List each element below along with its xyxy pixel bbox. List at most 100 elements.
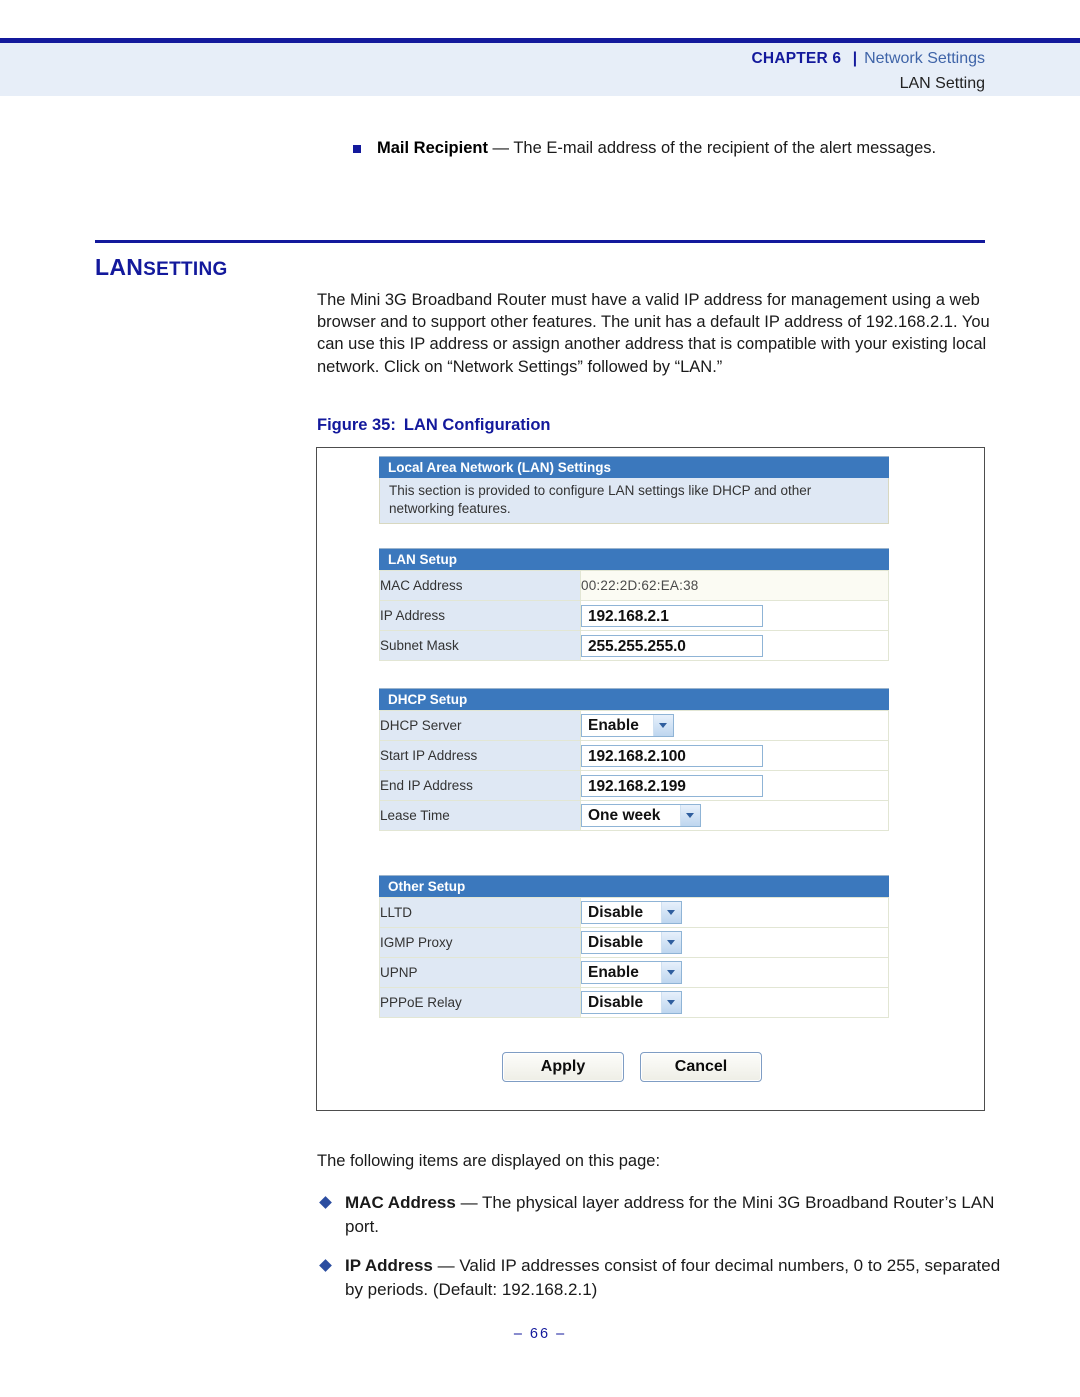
upnp-select[interactable]: Enable bbox=[581, 961, 682, 984]
row-value-end-ip-address: 192.168.2.199 bbox=[580, 770, 889, 801]
subnet-mask-input[interactable]: 255.255.255.0 bbox=[581, 634, 763, 657]
dhcp-server-select[interactable]: Enable bbox=[581, 714, 674, 737]
table-row: PPPoE Relay Disable bbox=[379, 987, 889, 1018]
table-row: DHCP Server Enable bbox=[379, 710, 889, 741]
list-item-text: MAC Address — The physical layer address… bbox=[345, 1191, 1007, 1238]
panel-other-setup-title: Other Setup bbox=[379, 875, 889, 897]
page-header: CHAPTER 6 | Network Settings LAN Setting bbox=[0, 0, 1080, 96]
figure-caption: Figure 35: LAN Configuration bbox=[317, 416, 551, 435]
list-item-dash: — bbox=[455, 1193, 482, 1212]
list-item-term: IP Address bbox=[345, 1256, 433, 1275]
page-title-main: LAN bbox=[95, 254, 144, 280]
row-label-start-ip-address: Start IP Address bbox=[379, 740, 581, 771]
row-label-upnp: UPNP bbox=[379, 957, 581, 988]
list-item-text: IP Address — Valid IP addresses consist … bbox=[345, 1254, 1007, 1301]
panel-lan-setup: LAN Setup MAC Address 00:22:2D:62:EA:38 … bbox=[379, 548, 889, 661]
list-item-description: The E-mail address of the recipient of t… bbox=[513, 139, 937, 157]
panel-lan-setup-title: LAN Setup bbox=[379, 548, 889, 570]
row-value-start-ip-address: 192.168.2.100 bbox=[580, 740, 889, 771]
page-title: LANSETTING bbox=[95, 254, 228, 281]
panel-other-setup: Other Setup LLTD Disable IGMP Proxy Disa… bbox=[379, 875, 889, 1018]
chapter-word: CHAPTER bbox=[751, 50, 828, 67]
figure-button-bar: Apply Cancel bbox=[502, 1052, 762, 1082]
table-row: LLTD Disable bbox=[379, 897, 889, 928]
start-ip-address-input[interactable]: 192.168.2.100 bbox=[581, 744, 763, 767]
list-item: Mail Recipient — The E-mail address of t… bbox=[317, 137, 997, 159]
header-subtitle: LAN Setting bbox=[899, 75, 985, 92]
lltd-select-value: Disable bbox=[588, 904, 644, 921]
other-setup-table: LLTD Disable IGMP Proxy Disable UPNP Ena… bbox=[379, 897, 889, 1018]
lltd-select[interactable]: Disable bbox=[581, 901, 682, 924]
list-item-text: Mail Recipient — The E-mail address of t… bbox=[377, 137, 997, 159]
diamond-bullet-icon bbox=[319, 1196, 332, 1209]
figure-caption-number: Figure 35: bbox=[317, 416, 396, 434]
row-value-igmp-proxy: Disable bbox=[580, 927, 889, 958]
row-label-lease-time: Lease Time bbox=[379, 800, 581, 831]
pppoe-relay-select-value: Disable bbox=[588, 994, 644, 1011]
table-row: MAC Address 00:22:2D:62:EA:38 bbox=[379, 570, 889, 601]
row-value-ip-address: 192.168.2.1 bbox=[580, 600, 889, 631]
chevron-down-icon[interactable] bbox=[661, 992, 681, 1013]
panel-dhcp-setup: DHCP Setup DHCP Server Enable Start IP A… bbox=[379, 688, 889, 831]
square-bullet-icon bbox=[353, 145, 361, 153]
row-label-lltd: LLTD bbox=[379, 897, 581, 928]
igmp-proxy-select[interactable]: Disable bbox=[581, 931, 682, 954]
row-value-dhcp-server: Enable bbox=[580, 710, 889, 741]
table-row: IGMP Proxy Disable bbox=[379, 927, 889, 958]
mac-address-value: 00:22:2D:62:EA:38 bbox=[581, 578, 699, 593]
list-item: MAC Address — The physical layer address… bbox=[317, 1191, 1007, 1238]
row-label-dhcp-server: DHCP Server bbox=[379, 710, 581, 741]
list-item-term: Mail Recipient bbox=[377, 139, 488, 157]
pppoe-relay-select[interactable]: Disable bbox=[581, 991, 682, 1014]
row-value-subnet-mask: 255.255.255.0 bbox=[580, 630, 889, 661]
cancel-button[interactable]: Cancel bbox=[640, 1052, 762, 1082]
ip-address-input[interactable]: 192.168.2.1 bbox=[581, 604, 763, 627]
panel-lan-settings: Local Area Network (LAN) Settings This s… bbox=[379, 456, 889, 524]
intro-paragraph: The Mini 3G Broadband Router must have a… bbox=[317, 291, 990, 376]
lease-time-select[interactable]: One week bbox=[581, 804, 701, 827]
chapter-label: CHAPTER 6 bbox=[752, 50, 846, 67]
lan-setup-table: MAC Address 00:22:2D:62:EA:38 IP Address… bbox=[379, 570, 889, 661]
dhcp-server-select-value: Enable bbox=[588, 717, 639, 734]
row-label-mac-address: MAC Address bbox=[379, 570, 581, 601]
table-row: Subnet Mask 255.255.255.0 bbox=[379, 630, 889, 661]
header-breadcrumb: CHAPTER 6 | Network Settings LAN Setting bbox=[752, 47, 985, 96]
row-label-subnet-mask: Subnet Mask bbox=[379, 630, 581, 661]
lease-time-select-value: One week bbox=[588, 807, 661, 824]
chevron-down-icon[interactable] bbox=[661, 902, 681, 923]
table-row: End IP Address 192.168.2.199 bbox=[379, 770, 889, 801]
list-item-term: MAC Address bbox=[345, 1193, 456, 1212]
chevron-down-icon[interactable] bbox=[653, 715, 673, 736]
apply-button[interactable]: Apply bbox=[502, 1052, 624, 1082]
figure-caption-title: LAN Configuration bbox=[403, 416, 551, 434]
list-item-dash: — bbox=[432, 1256, 460, 1275]
list-item-dash: — bbox=[487, 139, 514, 157]
end-ip-address-input[interactable]: 192.168.2.199 bbox=[581, 774, 763, 797]
row-label-pppoe-relay: PPPoE Relay bbox=[379, 987, 581, 1018]
header-rule bbox=[0, 38, 1080, 43]
row-value-upnp: Enable bbox=[580, 957, 889, 988]
chevron-down-icon[interactable] bbox=[680, 805, 700, 826]
chevron-down-icon[interactable] bbox=[661, 932, 681, 953]
page-number-footer: – 66 – bbox=[513, 1326, 567, 1342]
chapter-topic: Network Settings bbox=[864, 50, 985, 67]
following-items-line: The following items are displayed on thi… bbox=[317, 1152, 661, 1170]
section-rule bbox=[95, 240, 985, 243]
diamond-bullet-icon bbox=[319, 1259, 332, 1272]
row-value-lltd: Disable bbox=[580, 897, 889, 928]
table-row: Lease Time One week bbox=[379, 800, 889, 831]
breadcrumb-separator: | bbox=[852, 50, 858, 67]
table-row: Start IP Address 192.168.2.100 bbox=[379, 740, 889, 771]
upnp-select-value: Enable bbox=[588, 964, 639, 981]
chapter-number: 6 bbox=[832, 50, 842, 67]
panel-dhcp-setup-title: DHCP Setup bbox=[379, 688, 889, 710]
list-item: IP Address — Valid IP addresses consist … bbox=[317, 1254, 1007, 1301]
table-row: UPNP Enable bbox=[379, 957, 889, 988]
panel-lan-settings-description: This section is provided to configure LA… bbox=[379, 478, 889, 524]
row-value-pppoe-relay: Disable bbox=[580, 987, 889, 1018]
chevron-down-icon[interactable] bbox=[661, 962, 681, 983]
igmp-proxy-select-value: Disable bbox=[588, 934, 644, 951]
page-title-small: SETTING bbox=[143, 259, 228, 280]
dhcp-setup-table: DHCP Server Enable Start IP Address 192.… bbox=[379, 710, 889, 831]
row-label-igmp-proxy: IGMP Proxy bbox=[379, 927, 581, 958]
